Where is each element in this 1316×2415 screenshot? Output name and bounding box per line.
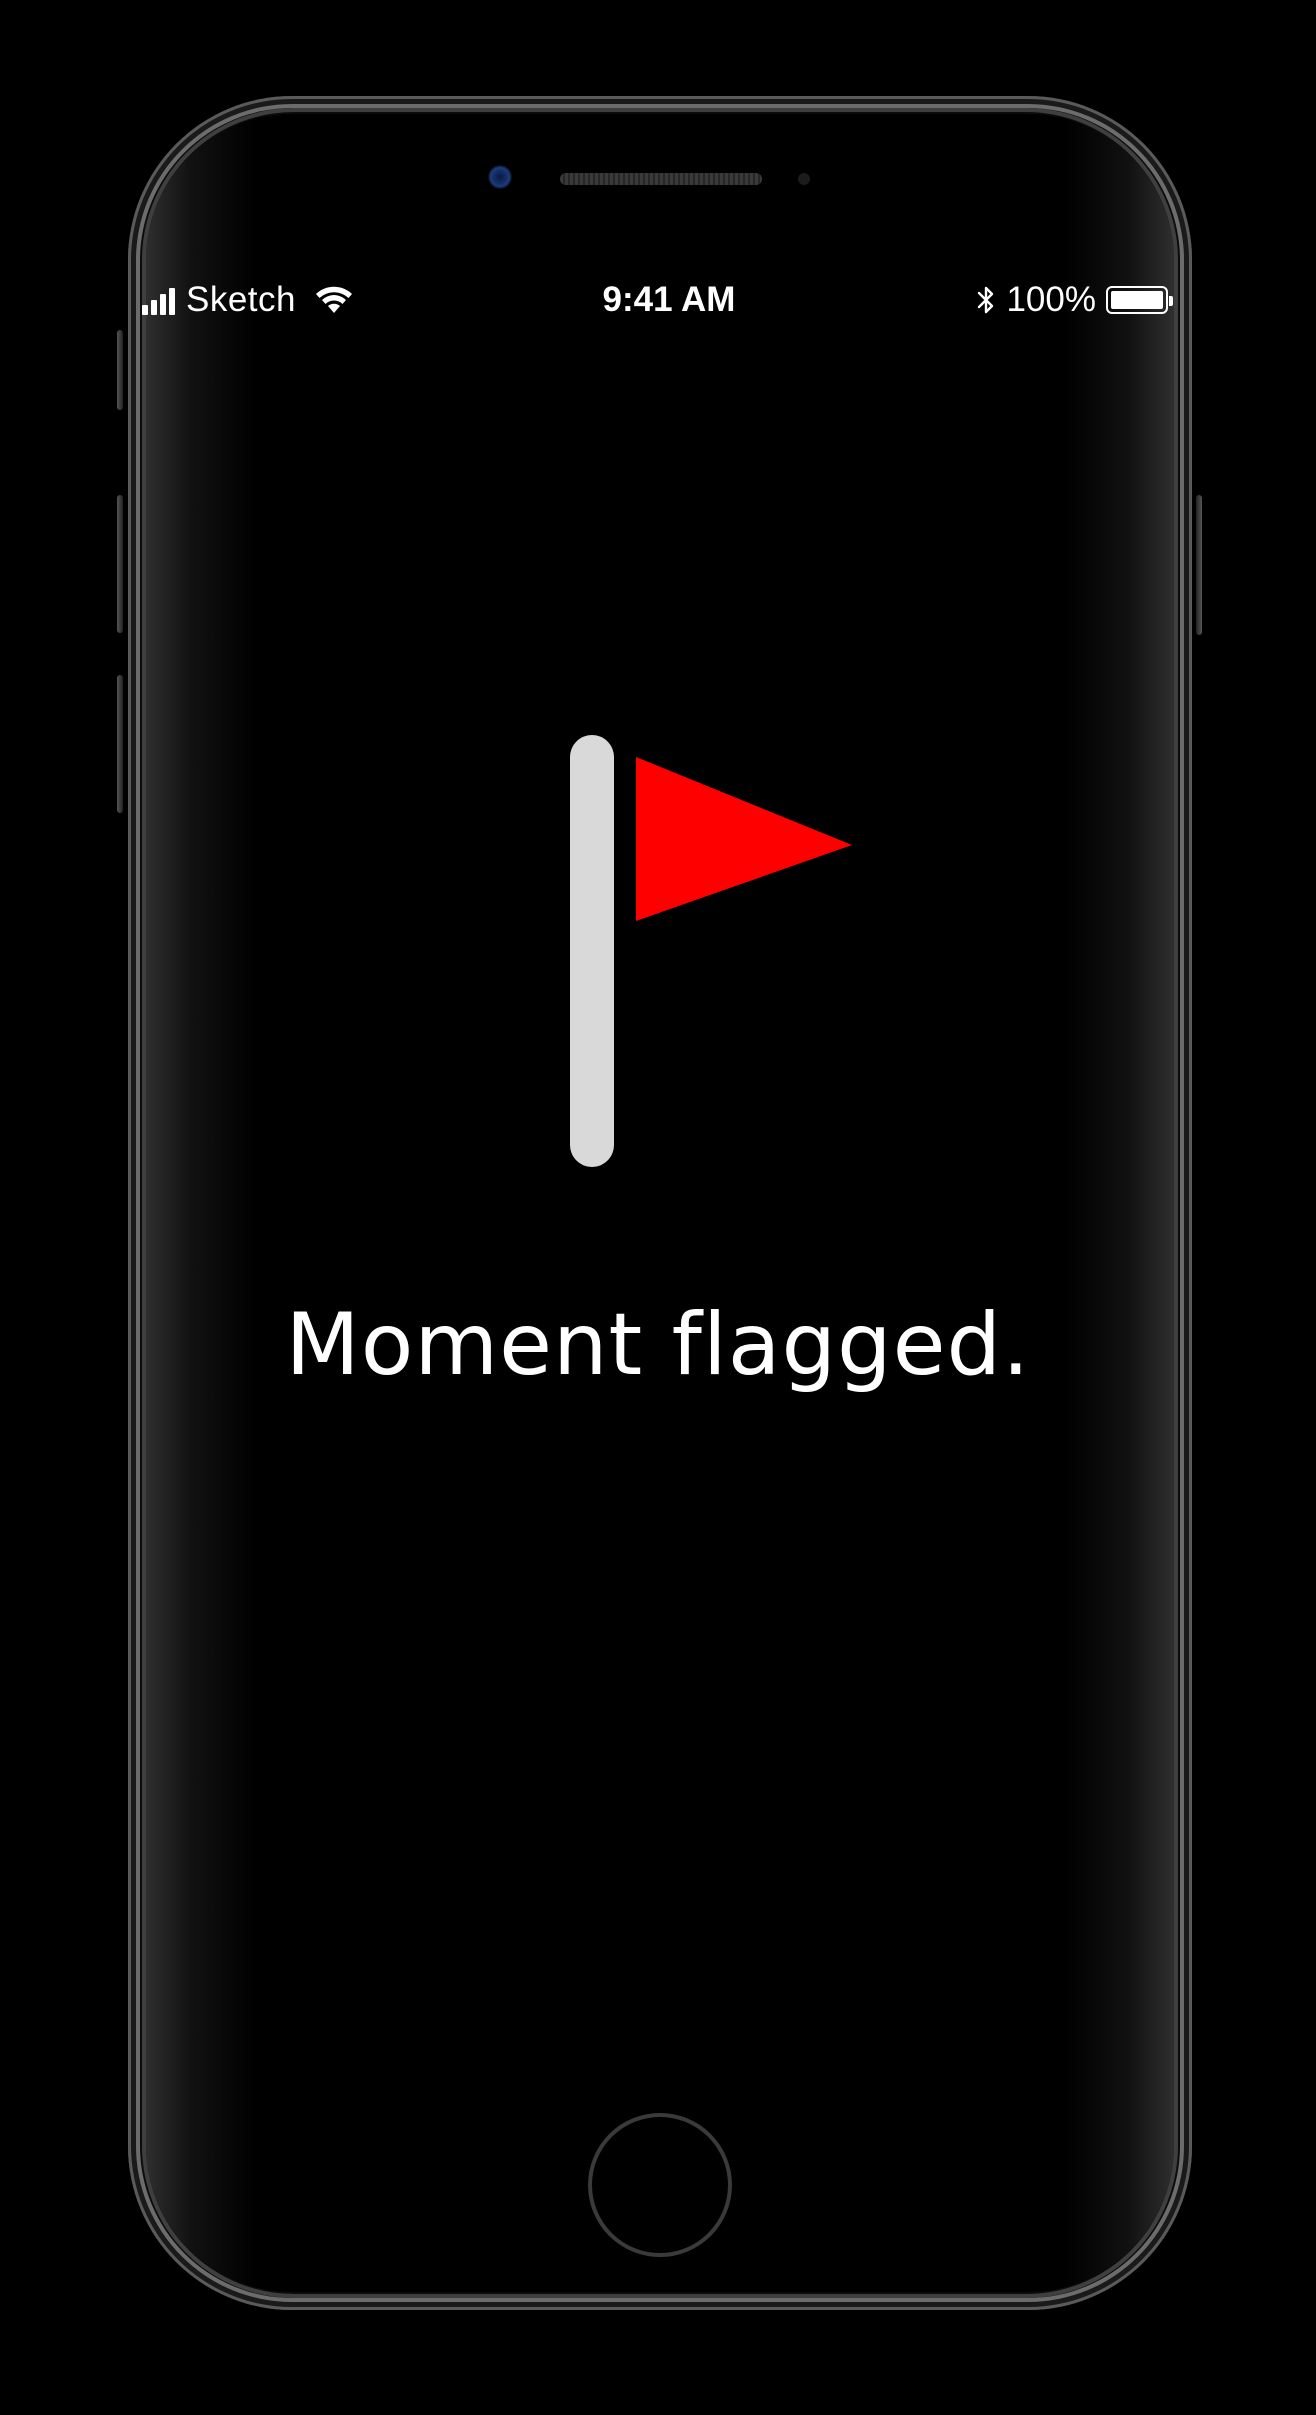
- volume-down-button: [117, 675, 123, 813]
- battery-fill: [1111, 291, 1163, 309]
- flag-pole: [570, 735, 614, 1167]
- home-button[interactable]: [588, 2113, 732, 2257]
- earpiece-speaker: [560, 173, 762, 185]
- phone-rim: [142, 108, 1178, 2298]
- phone-frame: [128, 96, 1192, 2310]
- mute-switch: [117, 330, 123, 410]
- status-bar: Sketch 9:41 AM 100%: [140, 270, 1176, 330]
- proximity-sensor: [798, 173, 810, 185]
- volume-up-button: [117, 495, 123, 633]
- moment-flagged-message: Moment flagged.: [285, 1295, 1031, 1395]
- flag-icon: [570, 735, 852, 1167]
- front-camera: [488, 165, 512, 189]
- power-button: [1196, 495, 1202, 635]
- battery-percent: 100%: [1006, 280, 1096, 319]
- flag-banner: [636, 757, 852, 921]
- bluetooth-icon: [978, 286, 994, 314]
- battery-icon: [1106, 286, 1173, 314]
- status-right: 100%: [976, 278, 1173, 322]
